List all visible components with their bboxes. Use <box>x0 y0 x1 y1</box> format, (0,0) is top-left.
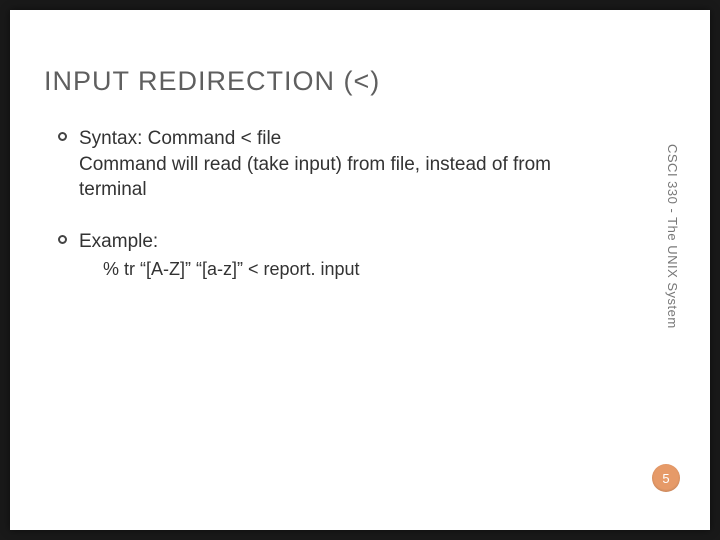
page-number: 5 <box>662 471 669 486</box>
bullet-subline: % tr “[A-Z]” “[a-z]” < report. input <box>103 257 620 281</box>
bullet-marker-icon <box>58 132 67 141</box>
slide-title: INPUT REDIRECTION (<) <box>44 66 380 97</box>
page-number-badge: 5 <box>652 464 680 492</box>
bullet-body: Syntax: Command < file Command will read… <box>79 126 620 203</box>
bullet-item: Example: % tr “[A-Z]” “[a-z]” < report. … <box>58 229 620 281</box>
bullet-line: Syntax: Command < file <box>79 126 620 152</box>
bullet-line: Command will read (take input) from file… <box>79 152 620 203</box>
bullet-body: Example: % tr “[A-Z]” “[a-z]” < report. … <box>79 229 620 281</box>
side-course-label: CSCI 330 - The UNIX System <box>665 144 680 329</box>
bullet-marker-icon <box>58 235 67 244</box>
slide: INPUT REDIRECTION (<) Syntax: Command < … <box>10 10 710 530</box>
bullet-item: Syntax: Command < file Command will read… <box>58 126 620 203</box>
bullet-line: Example: <box>79 229 620 255</box>
slide-content: Syntax: Command < file Command will read… <box>58 126 620 307</box>
